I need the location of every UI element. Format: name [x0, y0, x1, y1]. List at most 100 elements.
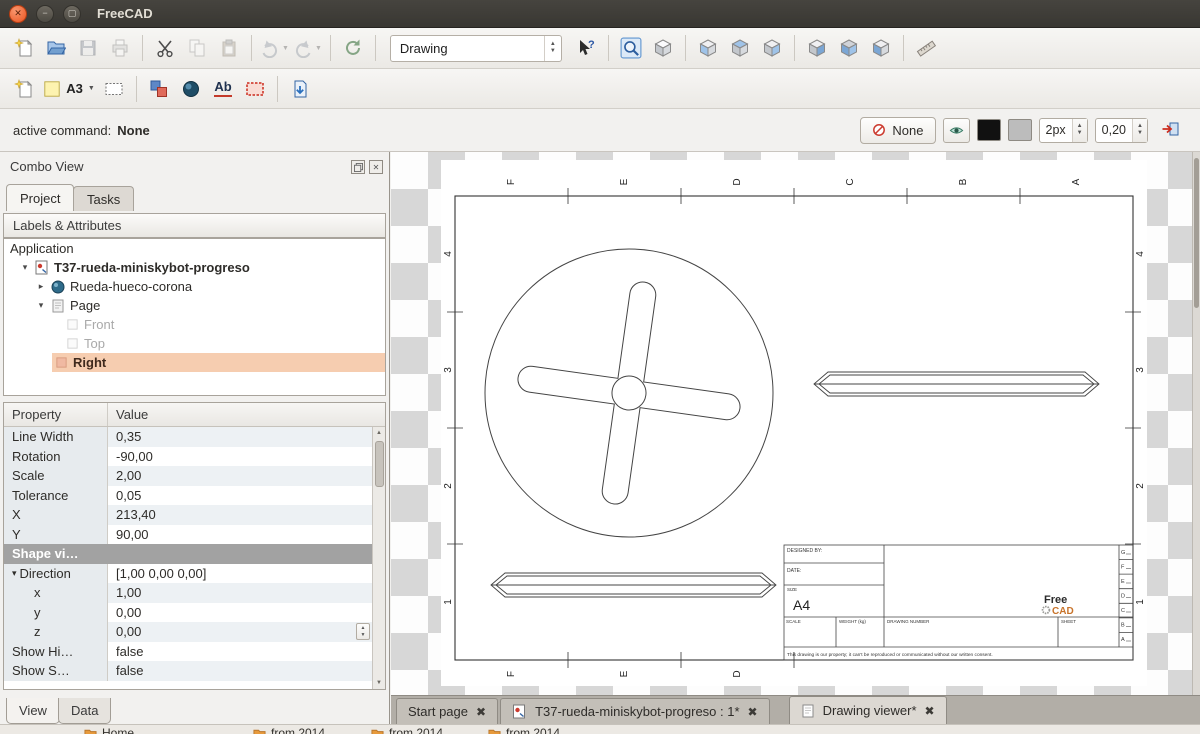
property-row[interactable]: Scale 2,00 [4, 466, 385, 486]
tree-item-top[interactable]: Top [4, 334, 385, 353]
workbench-selector[interactable]: Drawing ▲ ▼ [390, 35, 562, 62]
property-row[interactable]: Show Hi… false [4, 642, 385, 662]
annotation-button[interactable]: Ab [207, 73, 239, 105]
property-value[interactable]: 90,00 [108, 525, 372, 545]
expand-expander-icon[interactable]: ▸ [36, 281, 46, 292]
property-value[interactable]: 0,00 [108, 603, 372, 623]
property-row[interactable]: ▾Direction [1,00 0,00 0,00] [4, 564, 385, 584]
export-drawing-button[interactable] [1155, 114, 1187, 146]
refresh-button[interactable] [337, 32, 369, 64]
redo-button[interactable]: ▼ [291, 32, 324, 64]
right-view-button[interactable] [756, 32, 788, 64]
property-value[interactable]: 0,00 [116, 624, 141, 639]
property-value[interactable]: 1,00 [108, 583, 372, 603]
tab-view[interactable]: View [6, 698, 60, 724]
scrollbar-thumb[interactable] [375, 441, 384, 487]
landscape-page-button[interactable] [98, 73, 130, 105]
tree-item-page[interactable]: ▾ Page [4, 296, 385, 315]
undo-button[interactable]: ▼ [258, 32, 291, 64]
tree-item-body[interactable]: ▸ Rueda-hueco-corona [4, 277, 385, 296]
property-row[interactable]: Show S… false [4, 661, 385, 681]
property-value[interactable]: false [108, 642, 372, 662]
workbench-selector-arrows[interactable]: ▲ ▼ [544, 36, 561, 61]
open-document-button[interactable] [40, 32, 72, 64]
property-value[interactable]: 213,40 [108, 505, 372, 525]
page-template-dropdown-icon[interactable]: ▼ [88, 85, 95, 92]
property-row[interactable]: z 0,00 ▲ ▼ [4, 622, 385, 642]
property-row[interactable]: Rotation -90,00 [4, 447, 385, 467]
cut-button[interactable] [149, 32, 181, 64]
tab-project[interactable]: Project [6, 184, 74, 211]
draft-view-button[interactable] [175, 73, 207, 105]
paste-button[interactable] [213, 32, 245, 64]
scrollbar-thumb[interactable] [1194, 158, 1199, 308]
face-color-swatch[interactable] [1008, 119, 1032, 141]
property-value[interactable]: 0,35 [108, 427, 372, 447]
window-minimize-button[interactable]: − [36, 5, 54, 23]
line-width-spinbox[interactable]: 2px ▲ ▼ [1039, 118, 1088, 143]
drawing-sheet[interactable]: F E D C B A F E D 4 3 2 1 4 3 2 1 [441, 160, 1147, 686]
canvas-vertical-scrollbar[interactable] [1192, 152, 1200, 695]
fill-style-button[interactable]: None [860, 117, 935, 144]
property-row[interactable]: Y 90,00 [4, 525, 385, 545]
clip-group-button[interactable] [239, 73, 271, 105]
property-value[interactable]: [1,00 0,00 0,00] [108, 564, 372, 584]
tab-data[interactable]: Data [58, 698, 111, 724]
float-panel-button[interactable] [351, 160, 365, 174]
visibility-button[interactable] [943, 118, 970, 143]
wheel-front-view[interactable] [485, 249, 773, 537]
tree-item-application[interactable]: Application [4, 239, 385, 258]
tree-item-document[interactable]: ▾ T37-rueda-miniskybot-progreso [4, 258, 385, 277]
rear-view-button[interactable] [801, 32, 833, 64]
collapse-expander-icon[interactable]: ▾ [12, 568, 17, 579]
left-view-button[interactable] [865, 32, 897, 64]
property-group-row[interactable]: Shape vi… [4, 544, 385, 564]
property-value[interactable]: 0,05 [108, 486, 372, 506]
property-row[interactable]: y 0,00 [4, 603, 385, 623]
property-row[interactable]: Tolerance 0,05 [4, 486, 385, 506]
tab-tasks[interactable]: Tasks [73, 186, 134, 211]
page-template-button[interactable]: A3 ▼ [40, 73, 98, 105]
wheel-side-view-bottom[interactable] [491, 573, 776, 597]
line-width-arrows[interactable]: ▲ ▼ [1072, 119, 1087, 142]
point-size-arrows[interactable]: ▲ ▼ [1132, 119, 1147, 142]
print-button[interactable] [104, 32, 136, 64]
scroll-down-icon[interactable]: ▼ [376, 677, 382, 689]
front-view-button[interactable] [692, 32, 724, 64]
window-close-button[interactable]: ✕ [9, 5, 27, 23]
measure-button[interactable] [910, 32, 942, 64]
wheel-side-view-right[interactable] [814, 372, 1099, 396]
tab-close-icon[interactable]: ✖ [476, 705, 486, 719]
tab-document[interactable]: T37-rueda-miniskybot-progreso : 1* ✖ [500, 698, 770, 724]
value-column-header[interactable]: Value [108, 403, 385, 426]
property-row[interactable]: X 213,40 [4, 505, 385, 525]
top-view-button[interactable] [724, 32, 756, 64]
fit-all-button[interactable] [615, 32, 647, 64]
property-row[interactable]: x 1,00 [4, 583, 385, 603]
property-scrollbar[interactable]: ▲ ▼ [372, 427, 385, 689]
tree-item-front[interactable]: Front [4, 315, 385, 334]
new-page-button[interactable] [8, 73, 40, 105]
value-spinner[interactable]: ▲ ▼ [356, 623, 370, 640]
property-value[interactable]: -90,00 [108, 447, 372, 467]
whats-this-button[interactable]: ? [570, 32, 602, 64]
property-value[interactable]: 2,00 [108, 466, 372, 486]
tab-drawing-viewer[interactable]: Drawing viewer* ✖ [789, 696, 947, 724]
close-panel-button[interactable]: ✕ [369, 160, 383, 174]
save-button[interactable] [72, 32, 104, 64]
tree-item-right[interactable]: Right [4, 353, 385, 372]
scroll-up-icon[interactable]: ▲ [376, 427, 382, 439]
tab-close-icon[interactable]: ✖ [748, 705, 758, 719]
tab-start-page[interactable]: Start page ✖ [396, 698, 498, 724]
insert-view-button[interactable] [143, 73, 175, 105]
point-size-spinbox[interactable]: 0,20 ▲ ▼ [1095, 118, 1148, 143]
axonometric-view-button[interactable] [647, 32, 679, 64]
line-color-swatch[interactable] [977, 119, 1001, 141]
tab-close-icon[interactable]: ✖ [925, 704, 935, 718]
collapse-expander-icon[interactable]: ▾ [36, 300, 46, 311]
property-column-header[interactable]: Property [4, 403, 108, 426]
bottom-view-button[interactable] [833, 32, 865, 64]
labels-attributes-header[interactable]: Labels & Attributes [3, 213, 386, 238]
drawing-viewport[interactable]: F E D C B A F E D 4 3 2 1 4 3 2 1 [391, 152, 1192, 695]
copy-button[interactable] [181, 32, 213, 64]
